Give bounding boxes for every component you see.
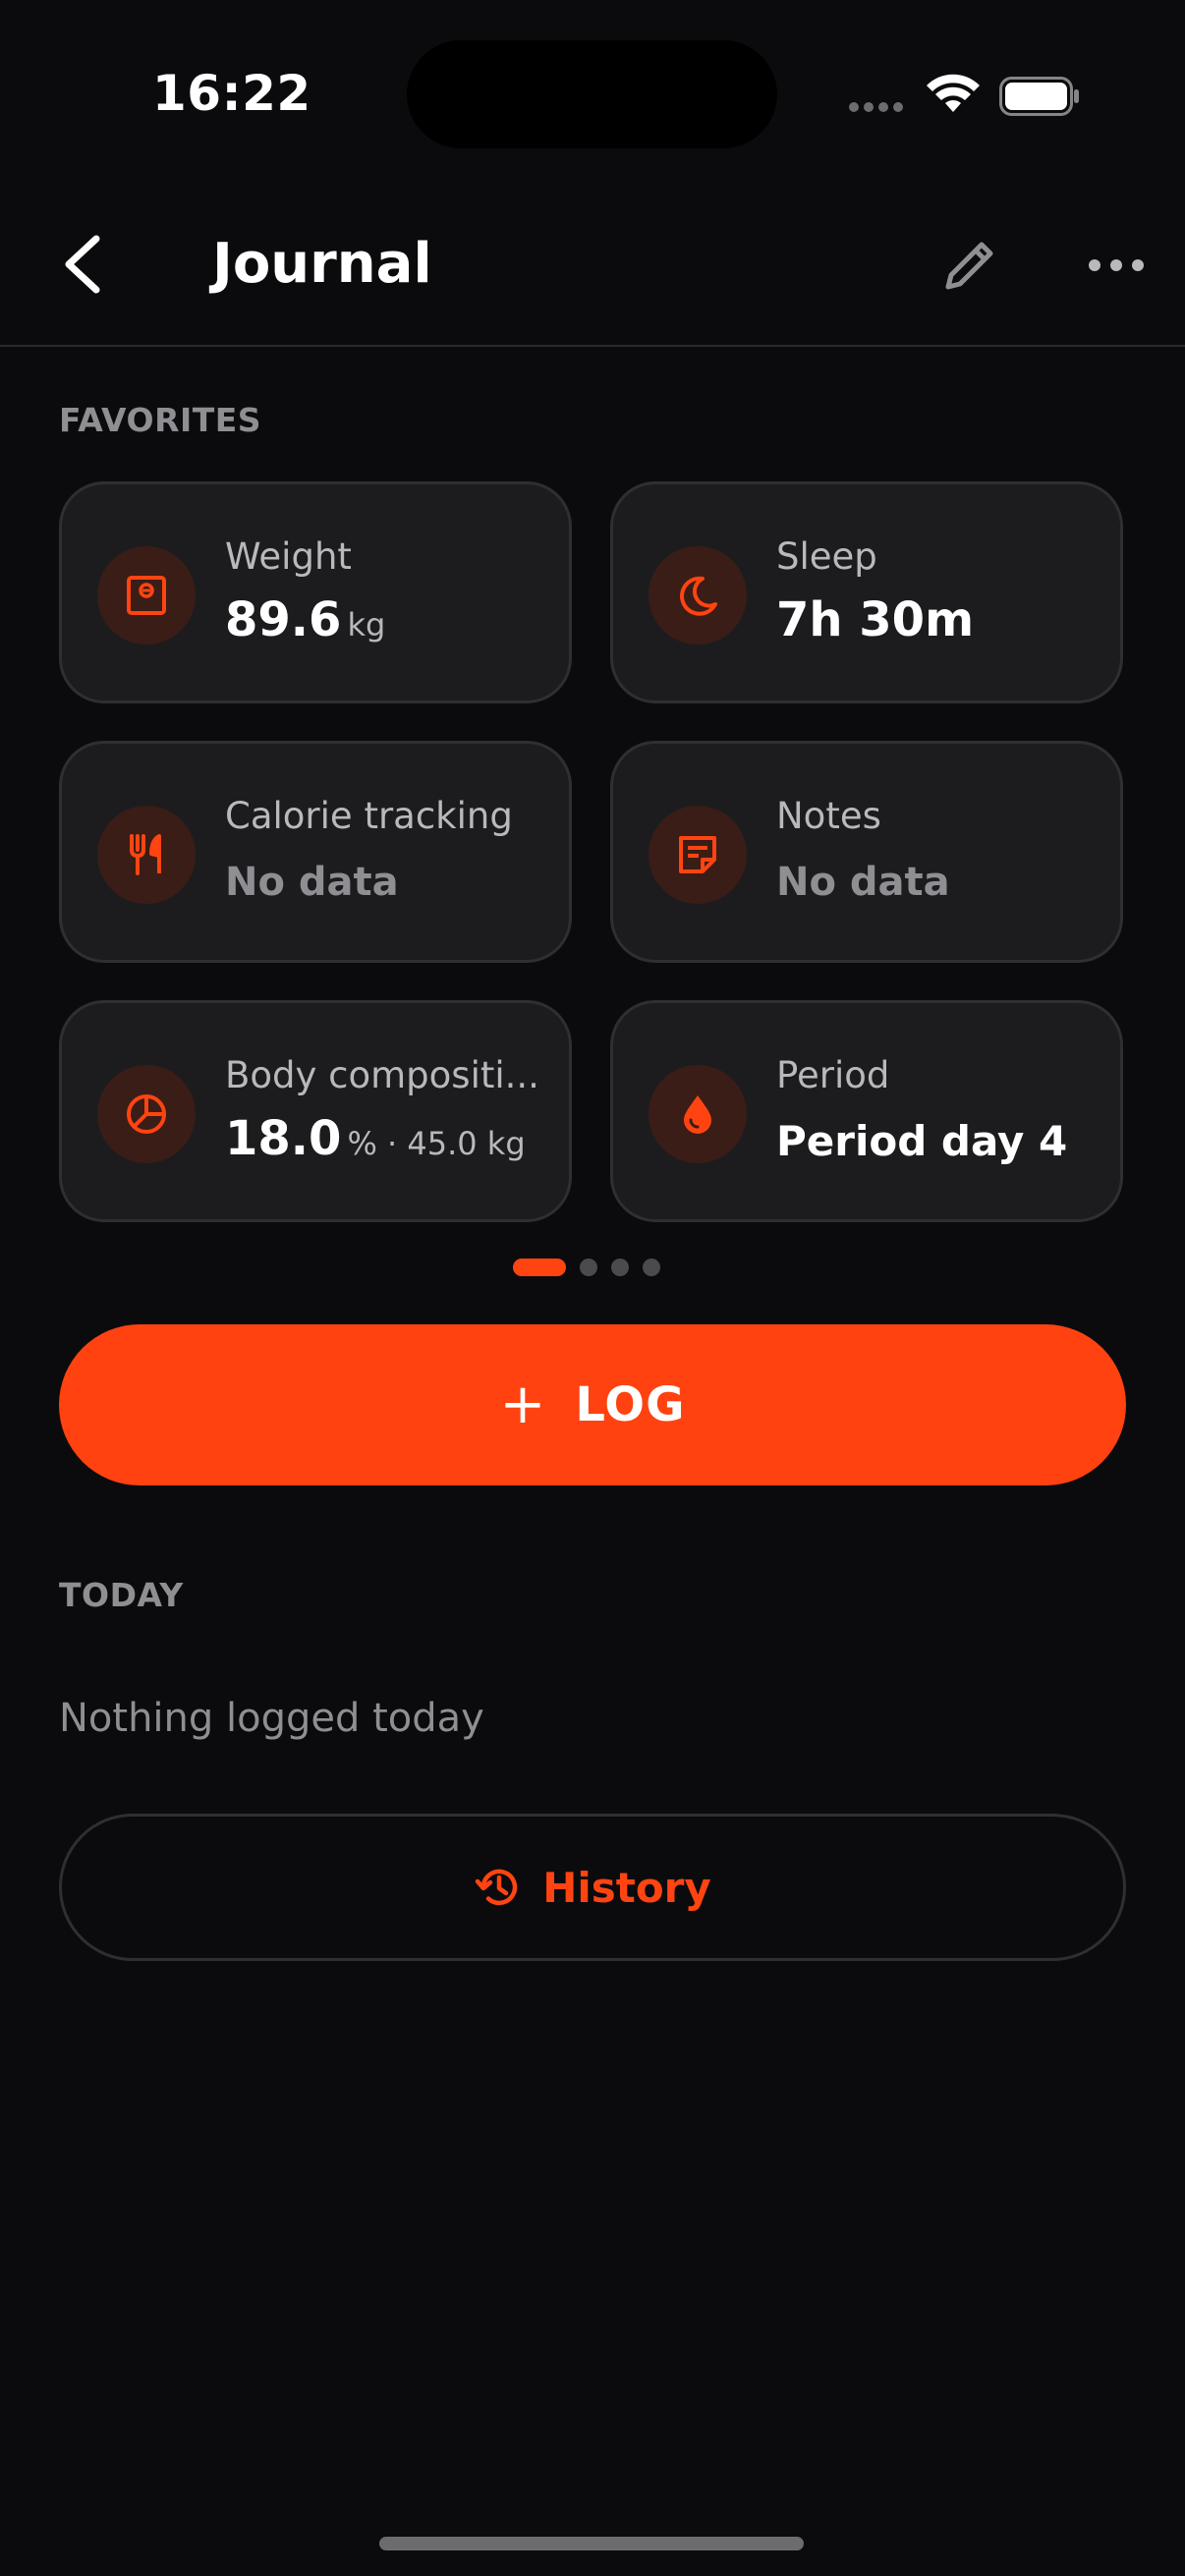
- card-label: Sleep: [776, 535, 877, 578]
- card-value: No data: [776, 860, 950, 905]
- dynamic-island: [407, 40, 777, 148]
- favorites-section-label: FAVORITES: [59, 401, 262, 439]
- page-dot[interactable]: [643, 1259, 660, 1276]
- card-value: 89.6 kg: [225, 592, 385, 647]
- body-composition-unit: % · 45.0 kg: [347, 1125, 526, 1162]
- body-fat-value: 18.0: [225, 1111, 342, 1166]
- log-button[interactable]: + LOG: [59, 1324, 1126, 1485]
- card-value: 7h 30m: [776, 592, 975, 647]
- card-label: Weight: [225, 535, 352, 578]
- card-value: No data: [225, 860, 399, 905]
- cellular-signal-icon: [849, 102, 903, 112]
- favorite-card-notes[interactable]: Notes No data: [610, 741, 1123, 963]
- nav-divider: [0, 345, 1185, 347]
- weight-unit: kg: [347, 606, 386, 644]
- more-horizontal-icon[interactable]: [1087, 251, 1146, 280]
- page-title: Journal: [212, 232, 432, 296]
- card-value: Period day 4: [776, 1117, 1068, 1165]
- page-dot[interactable]: [611, 1259, 629, 1276]
- status-time: 16:22: [152, 65, 311, 122]
- note-icon: [649, 806, 747, 904]
- history-icon: [475, 1869, 518, 1906]
- drop-icon: [649, 1065, 747, 1163]
- favorite-card-period[interactable]: Period Period day 4: [610, 1000, 1123, 1222]
- card-label: Notes: [776, 795, 881, 837]
- favorite-card-calorie-tracking[interactable]: Calorie tracking No data: [59, 741, 572, 963]
- log-button-label: LOG: [575, 1377, 686, 1432]
- moon-icon: [649, 546, 747, 644]
- card-label: Calorie tracking: [225, 795, 513, 837]
- favorite-card-weight[interactable]: Weight 89.6 kg: [59, 481, 572, 703]
- plus-icon: +: [499, 1372, 546, 1436]
- wifi-icon: [927, 74, 980, 112]
- fork-knife-icon: [97, 806, 196, 904]
- favorite-card-sleep[interactable]: Sleep 7h 30m: [610, 481, 1123, 703]
- card-label: Period: [776, 1054, 890, 1096]
- card-value: 18.0% · 45.0 kg: [225, 1111, 526, 1166]
- today-empty-text: Nothing logged today: [59, 1696, 484, 1741]
- pie-chart-icon: [97, 1065, 196, 1163]
- favorite-card-body-composition[interactable]: Body compositi... 18.0% · 45.0 kg: [59, 1000, 572, 1222]
- battery-icon: [999, 77, 1079, 116]
- pencil-icon[interactable]: [938, 234, 1001, 297]
- home-indicator[interactable]: [379, 2537, 804, 2550]
- page-dot-active[interactable]: [513, 1259, 566, 1276]
- card-label: Body compositi...: [225, 1054, 539, 1096]
- history-button-label: History: [542, 1863, 711, 1912]
- scale-icon: [97, 546, 196, 644]
- weight-value: 89.6: [225, 592, 342, 647]
- history-button[interactable]: History: [59, 1814, 1126, 1961]
- today-section-label: TODAY: [59, 1576, 184, 1614]
- back-chevron-icon[interactable]: [59, 233, 108, 296]
- page-dot[interactable]: [580, 1259, 597, 1276]
- page-indicator[interactable]: [513, 1259, 660, 1276]
